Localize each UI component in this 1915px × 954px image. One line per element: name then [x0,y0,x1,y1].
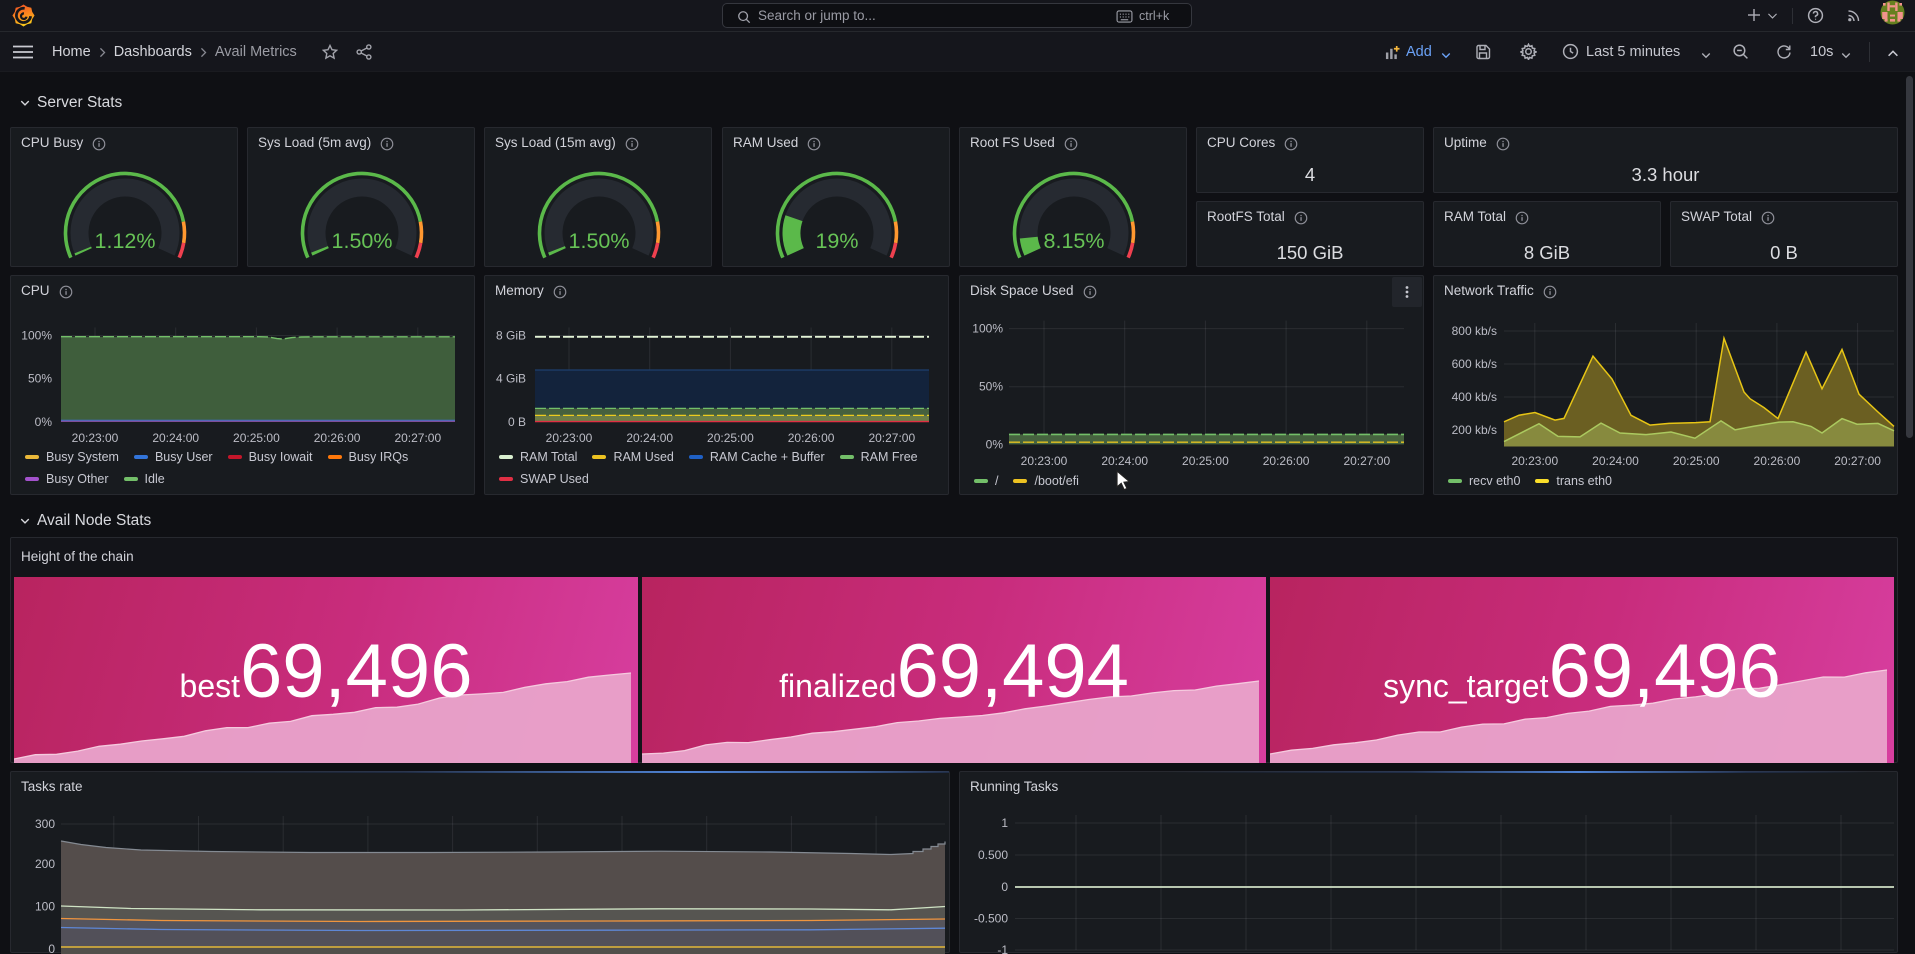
svg-text:0%: 0% [35,415,53,429]
svg-text:800 kb/s: 800 kb/s [1452,324,1497,338]
svg-text:1.50%: 1.50% [332,229,393,253]
svg-text:20:26:00: 20:26:00 [1263,454,1310,468]
svg-text:20:23:00: 20:23:00 [1021,454,1068,468]
svg-text:200 kb/s: 200 kb/s [1452,423,1497,437]
svg-text:20:24:00: 20:24:00 [1101,454,1148,468]
svg-text:0 B: 0 B [508,415,526,429]
svg-text:20:27:00: 20:27:00 [868,431,915,445]
svg-text:20:27:00: 20:27:00 [394,431,441,445]
svg-text:100%: 100% [21,329,52,343]
svg-text:20:23:00: 20:23:00 [72,431,119,445]
svg-text:0: 0 [1001,880,1008,894]
svg-text:1.50%: 1.50% [569,229,630,253]
svg-text:20:26:00: 20:26:00 [1754,454,1801,468]
svg-text:1.12%: 1.12% [95,229,156,253]
svg-text:20:24:00: 20:24:00 [626,431,673,445]
svg-text:20:24:00: 20:24:00 [1592,454,1639,468]
svg-text:0: 0 [48,942,55,954]
svg-text:8 GiB: 8 GiB [496,329,526,343]
svg-text:100: 100 [35,899,55,913]
svg-text:20:25:00: 20:25:00 [707,431,754,445]
svg-text:8.15%: 8.15% [1044,229,1105,253]
svg-text:19%: 19% [815,229,858,253]
svg-text:200: 200 [35,857,55,871]
svg-text:20:27:00: 20:27:00 [1343,454,1390,468]
svg-text:300: 300 [35,817,55,831]
svg-text:50%: 50% [28,372,52,386]
svg-text:20:26:00: 20:26:00 [788,431,835,445]
svg-text:20:23:00: 20:23:00 [1511,454,1558,468]
svg-text:4 GiB: 4 GiB [496,372,526,386]
svg-text:20:25:00: 20:25:00 [233,431,280,445]
svg-text:1: 1 [1001,816,1008,830]
svg-text:20:27:00: 20:27:00 [1834,454,1881,468]
svg-text:20:24:00: 20:24:00 [152,431,199,445]
svg-text:0.500: 0.500 [978,848,1008,862]
svg-text:600 kb/s: 600 kb/s [1452,357,1497,371]
svg-text:50%: 50% [979,380,1003,394]
svg-text:400 kb/s: 400 kb/s [1452,390,1497,404]
svg-text:20:26:00: 20:26:00 [314,431,361,445]
svg-text:-0.500: -0.500 [974,912,1008,926]
svg-text:20:23:00: 20:23:00 [546,431,593,445]
svg-text:0%: 0% [986,437,1004,451]
svg-text:100%: 100% [972,322,1003,336]
svg-text:20:25:00: 20:25:00 [1673,454,1720,468]
svg-text:20:25:00: 20:25:00 [1182,454,1229,468]
svg-text:-1: -1 [997,943,1008,954]
